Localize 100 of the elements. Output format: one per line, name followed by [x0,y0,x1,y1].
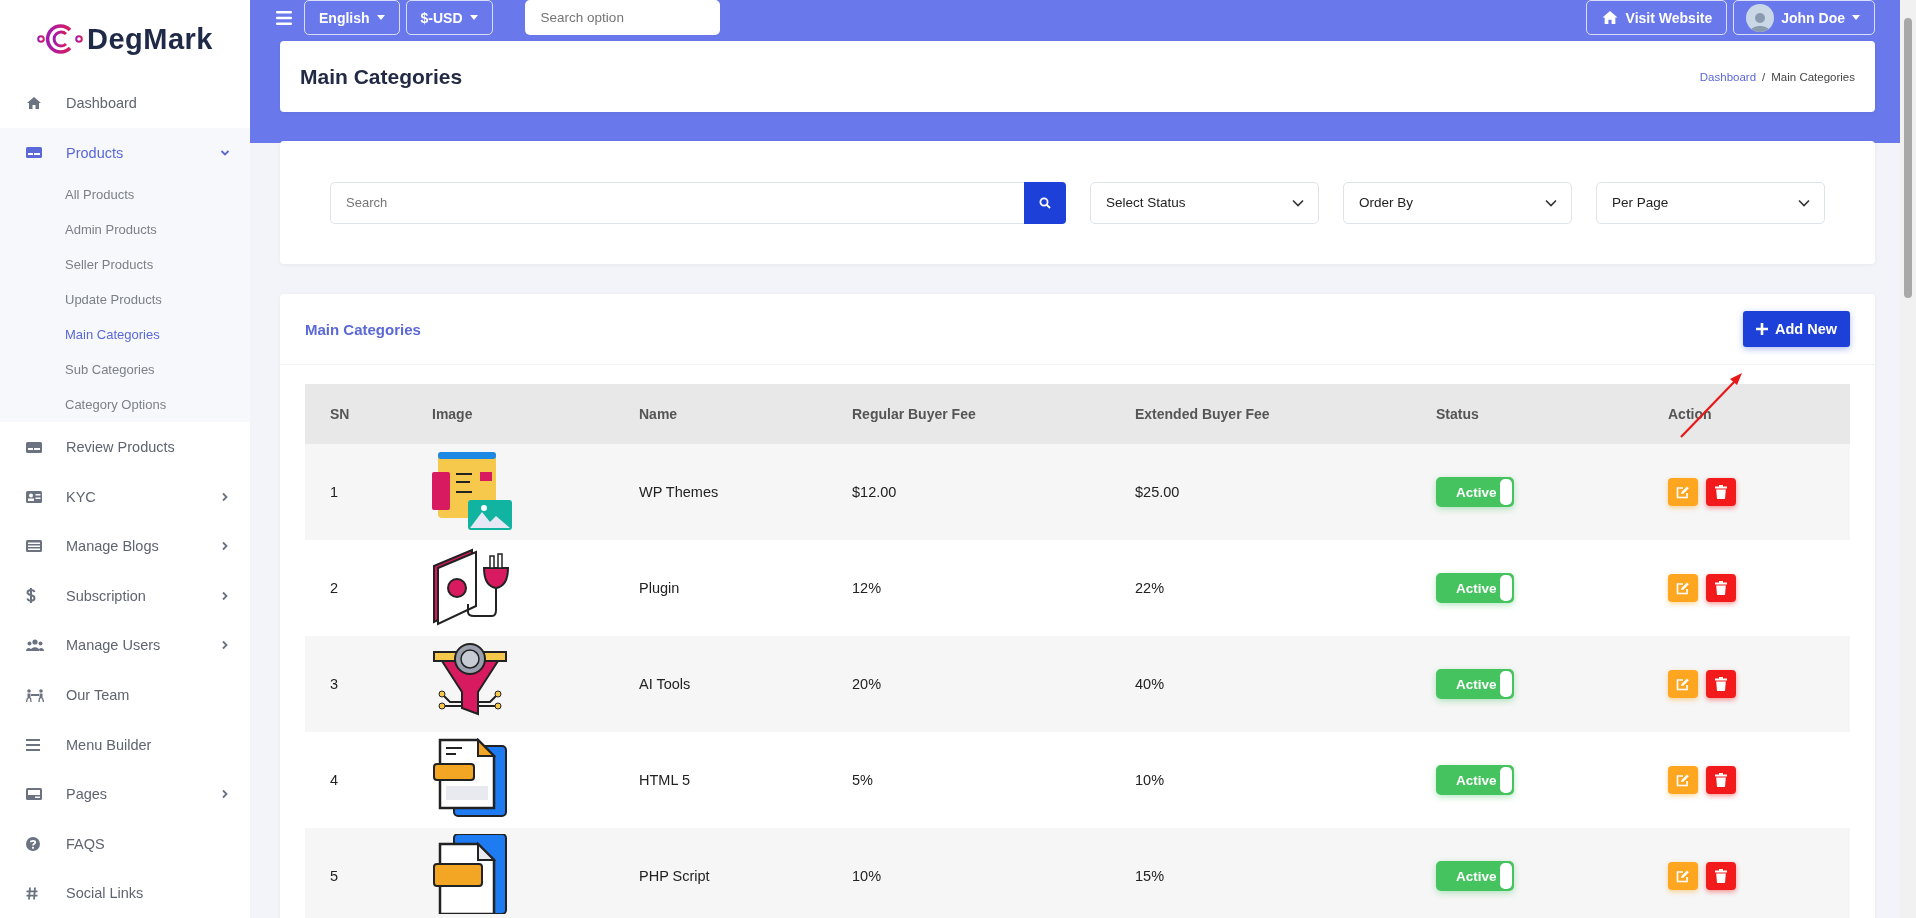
language-dropdown[interactable]: English [304,0,400,35]
menu-icon [26,738,40,751]
card-icon [26,441,42,453]
sidebar-item[interactable]: Review Products [0,422,250,472]
table-cell-text: 1 [330,484,340,500]
table-cell-text: 22% [1135,580,1166,596]
chevron-right-icon [220,541,230,552]
column-header: Regular Buyer Fee [852,406,977,422]
column-header: Name [639,406,679,422]
users-icon [26,639,44,652]
user-menu-button[interactable]: John Doe [1733,0,1875,35]
table-cell-text: 12% [852,580,883,596]
chevron-right-icon [220,590,230,601]
table-cell-text: $12.00 [852,484,898,500]
table-cell-text: $25.00 [1135,484,1181,500]
hash-icon [26,886,38,900]
edit-button[interactable] [1668,478,1698,506]
select-dropdown[interactable]: Per Page [1596,181,1825,224]
edit-button[interactable] [1668,766,1698,794]
sidebar-item[interactable]: Manage Users [0,620,250,671]
chevron-right-icon [220,789,230,800]
sidebar-item[interactable]: Dashboard [0,78,250,128]
edit-button[interactable] [1668,862,1698,890]
edit-button[interactable] [1668,574,1698,602]
home-icon [26,96,42,111]
sidebar-item[interactable]: Products [0,127,250,178]
table-cell-text: AI Tools [639,676,692,692]
sidebar-item[interactable]: KYC [0,472,250,522]
edit-button[interactable] [1668,670,1698,698]
column-header: Status [1436,406,1480,422]
table-cell-text: 3 [330,676,340,692]
column-header: Image [432,406,474,422]
select-dropdown[interactable]: Order By [1343,181,1572,224]
sidebar-subitem[interactable]: Main Categories [0,317,250,353]
delete-button[interactable] [1706,574,1736,602]
sidebar-item[interactable]: Social Links [0,868,250,918]
home-icon [1600,10,1619,25]
column-header: SN [330,406,351,422]
select-dropdown[interactable]: Select Status [1090,181,1319,224]
caret-icon [469,15,478,20]
table-cell-text: PHP Script [639,868,711,884]
table-cell-text: 4 [330,772,340,788]
card-icon [26,147,42,159]
sidebar-item[interactable]: Manage Blogs [0,521,250,572]
breadcrumb-current: Main Categories [1771,70,1855,83]
delete-button[interactable] [1706,766,1736,794]
table-cell-text: 2 [330,580,340,596]
sidebar-subitem[interactable]: Category Options [0,387,250,423]
avatar-icon [1746,3,1775,32]
search-button[interactable] [1024,181,1066,224]
sidebar-item[interactable]: Subscription [0,571,250,621]
edit-icon [1676,869,1690,883]
sidebar-subitem[interactable]: Update Products [0,282,250,318]
chevron-right-icon [220,491,230,502]
sidebar-subitem[interactable]: Admin Products [0,212,250,248]
delete-button[interactable] [1706,478,1736,506]
page-title: Main Categories [300,64,463,89]
table-cell-text: 5% [852,772,874,788]
add-new-button[interactable]: Add New [1742,311,1850,347]
sidebar-subitem[interactable]: All Products [0,177,250,213]
scrollbar[interactable] [1900,0,1916,918]
table-cell-text: Plugin [639,580,681,596]
edit-icon [1676,677,1690,691]
sidebar-item[interactable]: Pages [0,769,250,819]
visit-website-button[interactable]: Visit Website [1585,0,1728,35]
menu-icon[interactable] [276,10,292,25]
id-card-icon [26,490,42,503]
search-field[interactable]: Search [330,181,1024,224]
dollar-icon [26,588,36,604]
table-cell-text: 5 [330,868,340,884]
brand-name: DegMark [87,22,213,56]
sidebar-subitem[interactable]: Seller Products [0,247,250,283]
team-icon [26,688,44,702]
table-cell-text: HTML 5 [639,772,692,788]
breadcrumb-link[interactable]: Dashboard [1699,70,1757,83]
trash-icon [1715,677,1727,691]
card-title: Main Categories [305,320,421,338]
logo-icon [37,22,83,57]
chevron-down-icon [1292,198,1304,207]
table-cell-text: 15% [1135,868,1166,884]
breadcrumb-separator: / [1762,70,1766,83]
table-cell-text: 10% [1135,772,1166,788]
sidebar-item[interactable]: Our Team [0,670,250,720]
trash-icon [1715,581,1727,595]
chevron-right-icon [220,640,230,651]
currency-dropdown[interactable]: $-USD [405,0,493,35]
chevron-down-icon [1798,198,1810,207]
table-cell-text: WP Themes [639,484,720,500]
search-field[interactable]: Search option [524,0,720,35]
plus-icon [1755,323,1768,335]
question-icon [26,836,40,851]
sidebar-item[interactable]: FAQS [0,818,250,869]
chevron-down-icon [1545,198,1557,207]
caret-icon [1852,15,1860,20]
delete-button[interactable] [1706,862,1736,890]
edit-icon [1676,581,1690,595]
caret-icon [376,15,385,20]
sidebar-item[interactable]: Menu Builder [0,719,250,770]
sidebar-subitem[interactable]: Sub Categories [0,352,250,388]
delete-button[interactable] [1706,670,1736,698]
